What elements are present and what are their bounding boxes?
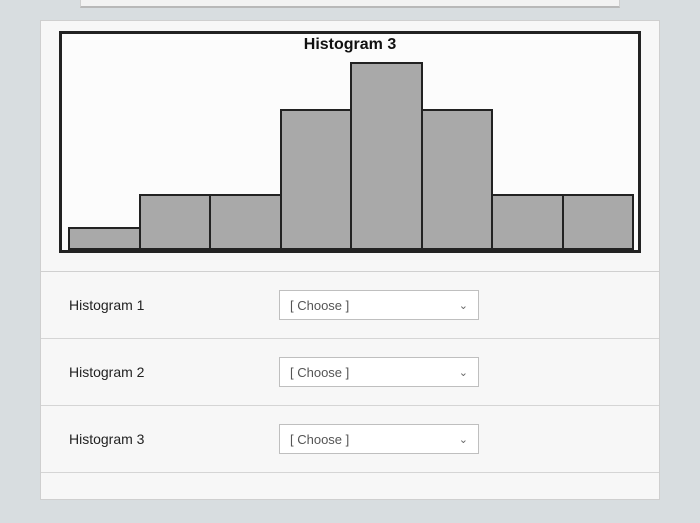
select-value: [ Choose ] bbox=[290, 298, 349, 313]
answer-label-1: Histogram 1 bbox=[69, 297, 279, 313]
bar bbox=[209, 194, 282, 250]
answers-section: Histogram 1 [ Choose ] ⌄ Histogram 2 [ C… bbox=[41, 271, 659, 473]
select-histogram-1[interactable]: [ Choose ] ⌄ bbox=[279, 290, 479, 320]
select-histogram-3[interactable]: [ Choose ] ⌄ bbox=[279, 424, 479, 454]
previous-card-edge bbox=[80, 0, 620, 8]
bar bbox=[139, 194, 212, 250]
bar bbox=[491, 194, 564, 250]
answer-row-1: Histogram 1 [ Choose ] ⌄ bbox=[41, 272, 659, 339]
chevron-down-icon: ⌄ bbox=[459, 299, 468, 312]
bar bbox=[421, 109, 494, 250]
histogram-chart: Histogram 3 bbox=[59, 31, 641, 253]
select-value: [ Choose ] bbox=[290, 365, 349, 380]
bar bbox=[280, 109, 353, 250]
question-card: Histogram 3 Histogram 1 [ Choose ] ⌄ His… bbox=[40, 20, 660, 500]
select-value: [ Choose ] bbox=[290, 432, 349, 447]
bar bbox=[350, 62, 423, 250]
chart-bars bbox=[68, 40, 632, 250]
bar bbox=[68, 227, 141, 250]
select-histogram-2[interactable]: [ Choose ] ⌄ bbox=[279, 357, 479, 387]
chevron-down-icon: ⌄ bbox=[459, 433, 468, 446]
chevron-down-icon: ⌄ bbox=[459, 366, 468, 379]
bar bbox=[562, 194, 635, 250]
answer-label-2: Histogram 2 bbox=[69, 364, 279, 380]
answer-row-2: Histogram 2 [ Choose ] ⌄ bbox=[41, 339, 659, 406]
answer-label-3: Histogram 3 bbox=[69, 431, 279, 447]
answer-row-3: Histogram 3 [ Choose ] ⌄ bbox=[41, 406, 659, 473]
chart-title: Histogram 3 bbox=[62, 36, 638, 54]
